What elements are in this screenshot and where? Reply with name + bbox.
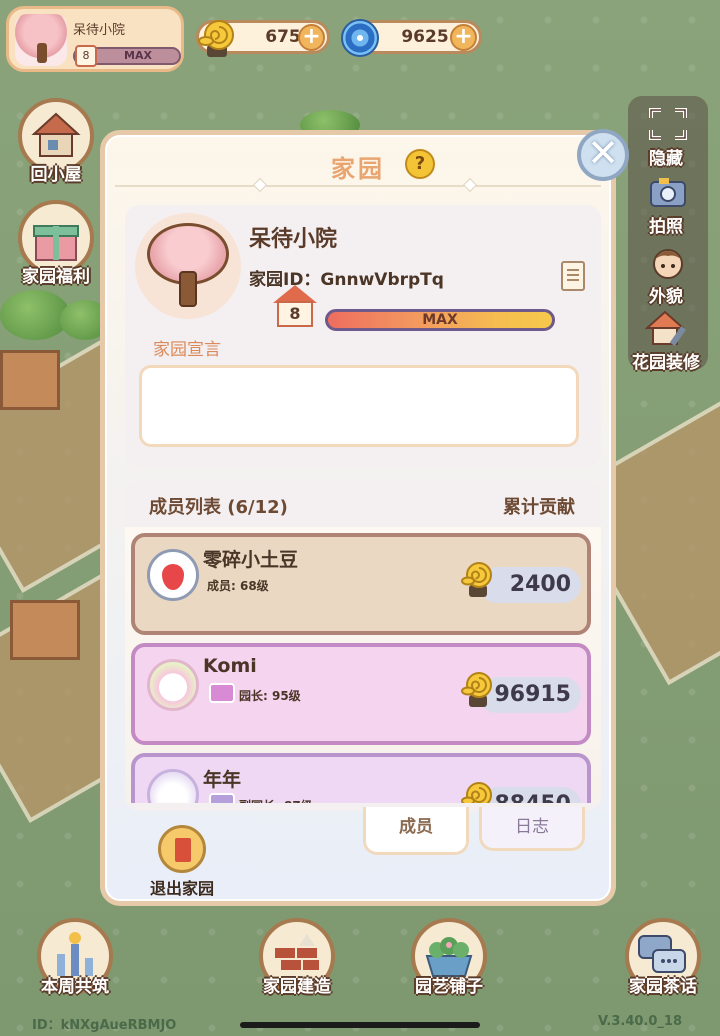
player-id: ID：kNXgAueRBMJO	[32, 1018, 177, 1033]
hide-frame-icon	[645, 104, 691, 144]
garden-shop-button[interactable]: 园艺铺子	[404, 918, 494, 997]
swirl-gem-icon	[341, 19, 379, 57]
exit-door-icon	[158, 825, 206, 873]
member-row[interactable]: 年年 副园长: 87级 88450	[131, 753, 591, 803]
copy-id-icon[interactable]	[561, 261, 585, 291]
tree	[0, 290, 70, 340]
house-wrench-icon	[644, 308, 691, 348]
tab-log[interactable]: 日志	[479, 807, 585, 851]
tab-members[interactable]: 成员	[363, 807, 469, 855]
snail-coin-icon	[461, 672, 492, 707]
garden-decorate-button[interactable]: 花园装修	[628, 308, 708, 373]
home-level-badge: 8	[273, 285, 317, 329]
member-role: 成员: 68级	[207, 579, 269, 593]
home-build-button[interactable]: 家园建造	[252, 918, 342, 997]
photo-label: 拍照	[649, 217, 683, 237]
appearance-label: 外貌	[649, 287, 683, 307]
member-role: 园长: 95级	[239, 689, 301, 703]
home-dialog: 家园 ? ✕ 家园宣言 呆待小院 家园ID：GnnwVbrpTq 8 MAX 成…	[100, 129, 629, 906]
declaration-textbox[interactable]	[139, 365, 579, 447]
version-label: V.3.40.0_18	[598, 1014, 682, 1029]
home-chat-label: 家园茶话	[629, 977, 697, 997]
cottage	[0, 350, 60, 410]
weekly-build-button[interactable]: 本周共筑	[30, 918, 120, 997]
contribution-title: 累计贡献	[503, 497, 575, 518]
snail-coin-icon	[461, 562, 492, 597]
home-welfare-button[interactable]: 家园福利	[10, 200, 102, 287]
weekly-build-label: 本周共筑	[41, 977, 109, 997]
cottage	[10, 600, 80, 660]
photo-button[interactable]: 拍照	[628, 172, 708, 237]
member-name: 年年	[203, 769, 242, 791]
home-level-progress: MAX	[325, 309, 555, 331]
gem-counter: 9625 +	[341, 19, 482, 57]
add-gems-button[interactable]: +	[450, 24, 477, 51]
kitty-avatar-icon	[147, 659, 199, 711]
members-header: 成员列表 (6/12) 累计贡献	[125, 481, 601, 525]
home-profile-badge[interactable]: 呆待小院 MAX 8	[6, 6, 184, 72]
member-role: 副园长: 87级	[239, 797, 313, 803]
home-name: 呆待小院	[249, 227, 338, 252]
home-tree-avatar	[135, 213, 241, 319]
exit-home-button[interactable]: 退出家园	[137, 825, 227, 899]
dialog-header: 家园 ?	[105, 135, 611, 195]
home-level: 8	[277, 301, 313, 327]
member-row[interactable]: 零碎小土豆 成员: 68级 2400	[131, 533, 591, 635]
avatar-face-icon	[645, 242, 691, 282]
member-name: Komi	[203, 655, 257, 677]
member-row[interactable]: Komi 园长: 95级 96915	[131, 643, 591, 745]
member-name: 零碎小土豆	[203, 549, 299, 571]
tree-trunk	[179, 271, 197, 307]
tree-trunk	[37, 43, 47, 63]
help-icon[interactable]: ?	[405, 149, 435, 179]
hide-label: 隐藏	[649, 149, 683, 169]
back-to-cottage-button[interactable]: 回小屋	[16, 98, 96, 185]
appearance-button[interactable]: 外貌	[628, 242, 708, 307]
snail-coin-icon	[461, 782, 492, 803]
snail-coin-icon	[198, 20, 234, 57]
exit-home-label: 退出家园	[149, 879, 214, 898]
members-list[interactable]: 零碎小土豆 成员: 68级 2400 Komi 园长: 95级 96915 年年	[125, 527, 601, 803]
home-build-label: 家园建造	[263, 977, 331, 997]
close-button[interactable]: ✕	[577, 129, 629, 181]
hide-button[interactable]: 隐藏	[628, 104, 708, 169]
members-count-title: 成员列表 (6/12)	[149, 497, 288, 518]
home-welfare-label: 家园福利	[22, 267, 90, 287]
back-to-cottage-label: 回小屋	[30, 165, 82, 185]
home-name: 呆待小院	[73, 23, 126, 38]
home-info-card: 家园宣言 呆待小院 家园ID：GnnwVbrpTq 8 MAX	[125, 205, 601, 467]
camera-icon	[645, 172, 691, 212]
add-coins-button[interactable]: +	[298, 24, 325, 51]
strawberry-avatar-icon	[147, 549, 199, 601]
leader-crown-icon	[209, 683, 235, 703]
garden-shop-label: 园艺铺子	[415, 977, 483, 997]
unicorn-avatar-icon	[147, 769, 199, 803]
dialog-title: 家园	[331, 155, 385, 183]
members-card: 成员列表 (6/12) 累计贡献 零碎小土豆 成员: 68级 2400 Komi	[125, 481, 601, 811]
right-tool-panel: 隐藏 拍照 外貌 花园装修	[628, 96, 708, 373]
home-level: 8	[75, 45, 97, 67]
vice-leader-crown-icon	[209, 793, 235, 803]
garden-decorate-label: 花园装修	[632, 353, 700, 373]
header-divider	[115, 185, 601, 187]
declaration-label: 家园宣言	[153, 340, 221, 360]
home-indicator	[240, 1022, 480, 1028]
home-chat-button[interactable]: 家园茶话	[618, 918, 708, 997]
coin-counter: 675 +	[196, 20, 330, 57]
